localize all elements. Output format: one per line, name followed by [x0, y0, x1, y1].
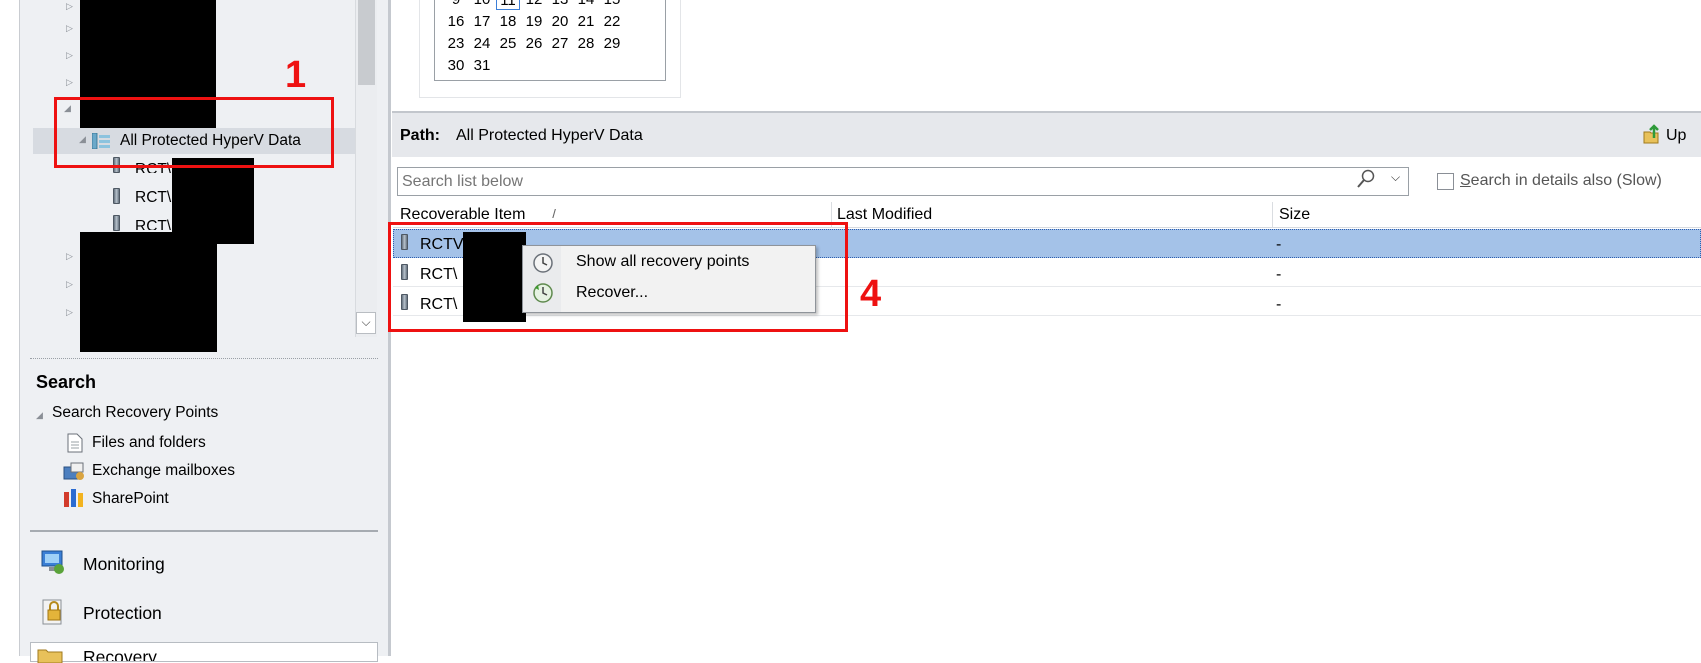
search-input[interactable] [397, 167, 1409, 196]
row-size: - [1276, 266, 1282, 283]
window-edge [0, 0, 20, 656]
workspace-protection[interactable]: Protection [83, 603, 162, 624]
expand-arrow-icon[interactable]: ▷ [66, 252, 73, 262]
annotation-number: 1 [285, 54, 307, 96]
calendar-day[interactable]: 20 [548, 13, 572, 30]
calendar-day[interactable]: 11 [496, 0, 520, 10]
expand-arrow-icon[interactable]: ▷ [66, 78, 73, 88]
calendar-day[interactable]: 18 [496, 13, 520, 30]
sort-arrow-icon: / [552, 206, 556, 218]
workspace-recovery-label[interactable]: Recovery [83, 647, 157, 661]
calendar-day[interactable]: 24 [470, 35, 494, 52]
calendar-day[interactable]: 12 [522, 0, 546, 8]
search-icon[interactable] [1356, 168, 1376, 190]
expand-arrow-icon[interactable]: ▷ [66, 51, 73, 61]
calendar-day[interactable]: 17 [470, 13, 494, 30]
folder-icon [37, 649, 63, 663]
calendar-day[interactable]: 28 [574, 35, 598, 52]
section-divider [30, 358, 378, 359]
monitoring-icon [41, 550, 64, 574]
up-button[interactable]: Up [1666, 127, 1686, 145]
search-recovery-points-group[interactable]: Search Recovery Points [52, 404, 218, 422]
server-icon [113, 215, 120, 231]
search-details-label-text: earch in details also (Slow) [1470, 172, 1662, 189]
calendar-day[interactable]: 30 [444, 57, 468, 74]
search-item-files[interactable]: Files and folders [92, 434, 206, 452]
calendar-day[interactable]: 21 [574, 13, 598, 30]
tree-child-label[interactable]: RCT\ [135, 189, 171, 207]
search-options-dropdown[interactable]: ⌵ [1391, 170, 1407, 192]
sharepoint-icon [64, 489, 83, 507]
column-recoverable-item[interactable]: Recoverable Item [400, 206, 525, 220]
calendar-day[interactable]: 9 [444, 0, 468, 8]
calendar-day[interactable]: 15 [600, 0, 624, 8]
chevron-down-icon: ⌵ [1391, 170, 1401, 184]
search-item-sharepoint[interactable]: SharePoint [92, 490, 169, 508]
search-heading: Search [36, 372, 97, 392]
expand-arrow-icon[interactable]: ▷ [66, 280, 73, 290]
calendar-day[interactable]: 31 [470, 57, 494, 74]
expand-arrow-icon[interactable]: ▷ [66, 24, 73, 34]
calendar-day[interactable]: 13 [548, 0, 572, 8]
workspace-monitoring[interactable]: Monitoring [83, 554, 165, 575]
path-label: Path: [400, 127, 440, 144]
tree-scroll-thumb[interactable] [358, 0, 375, 85]
calendar-day[interactable]: 23 [444, 35, 468, 52]
search-details-checkbox[interactable] [1437, 173, 1454, 190]
collapse-arrow-icon[interactable]: ◢ [36, 411, 43, 421]
calendar-day[interactable]: 16 [444, 13, 468, 30]
calendar-day[interactable]: 29 [600, 35, 624, 52]
redacted-area [80, 232, 217, 352]
search-details-label-hotkey: S [1460, 172, 1471, 189]
calendar-day[interactable]: 25 [496, 35, 520, 52]
column-last-modified[interactable]: Last Modified [837, 206, 932, 224]
annotation-box [388, 222, 848, 332]
column-divider[interactable] [1272, 202, 1273, 228]
row-size: - [1276, 236, 1282, 253]
calendar-day[interactable]: 22 [600, 13, 624, 30]
up-folder-icon[interactable] [1642, 124, 1662, 144]
lock-icon [42, 599, 62, 625]
workspace-recovery[interactable]: Recovery [30, 642, 378, 663]
calendar-day[interactable]: 10 [470, 0, 494, 8]
server-icon [113, 188, 120, 204]
calendar-day[interactable]: 27 [548, 35, 572, 52]
section-divider [30, 530, 378, 532]
path-value: All Protected HyperV Data [456, 127, 643, 144]
annotation-box [54, 97, 334, 168]
calendar-day[interactable]: 14 [574, 0, 598, 8]
expand-arrow-icon[interactable]: ▷ [66, 308, 73, 318]
search-item-exchange[interactable]: Exchange mailboxes [92, 462, 235, 480]
file-icon [67, 433, 83, 453]
expand-arrow-icon[interactable]: ▷ [66, 2, 73, 12]
annotation-number: 4 [860, 273, 882, 315]
column-size[interactable]: Size [1279, 206, 1310, 224]
scroll-down-button[interactable]: ⌵ [356, 312, 376, 334]
calendar-day[interactable]: 26 [522, 35, 546, 52]
mailbox-icon [63, 462, 84, 480]
chevron-down-icon: ⌵ [361, 315, 371, 329]
search-details-label[interactable]: Search in details also (Slow) [1460, 172, 1662, 190]
tree-child-label[interactable]: RCT\ [135, 218, 171, 230]
window-edge-border [19, 0, 20, 656]
row-size: - [1276, 296, 1282, 313]
calendar-day[interactable]: 19 [522, 13, 546, 30]
